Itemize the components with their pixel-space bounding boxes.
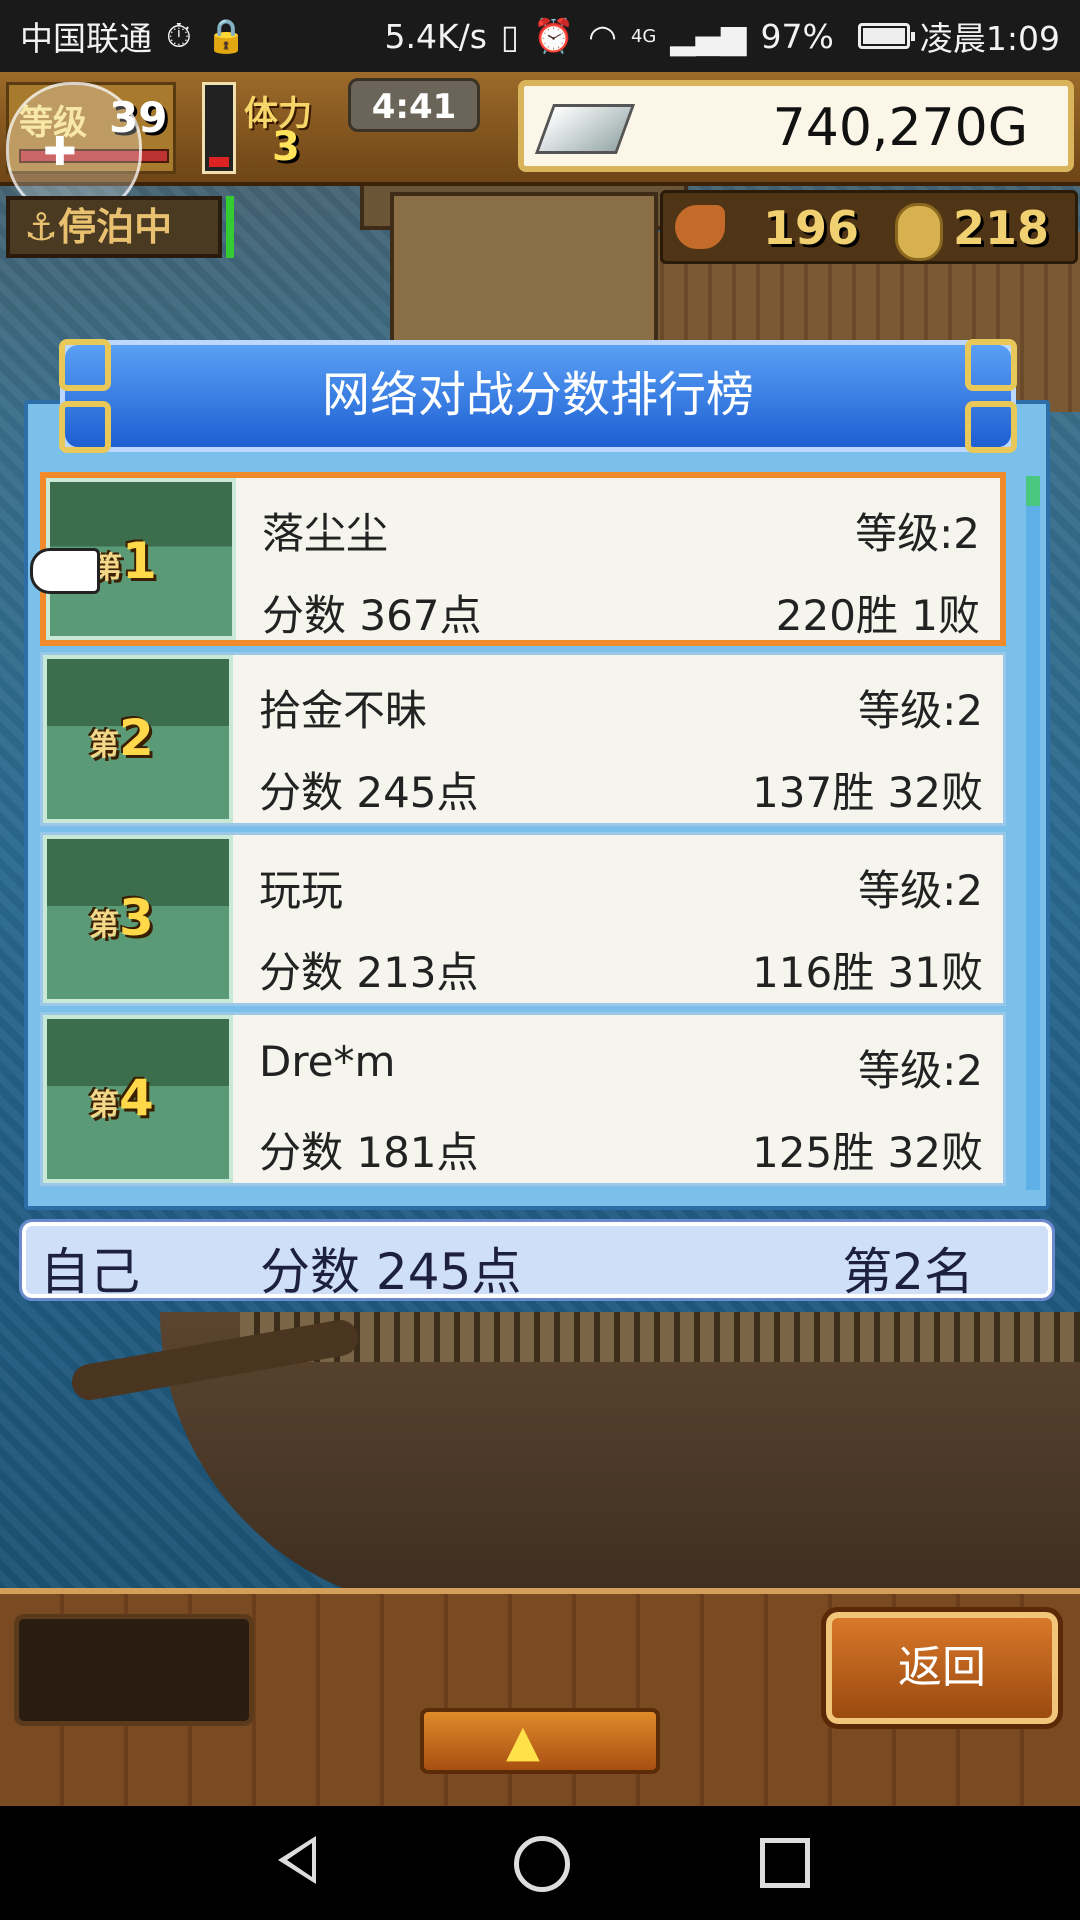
food-count: 196 — [763, 201, 860, 255]
corner-ornament-icon — [965, 339, 1017, 391]
stamina-value: 3 — [272, 124, 300, 170]
up-arrow-icon: ▲ — [506, 1716, 540, 1767]
carrier-name: 中国联通 — [20, 19, 152, 58]
rank-prefix: 第 — [89, 728, 119, 763]
rank-prefix: 第 — [89, 908, 119, 943]
rank-cell: 第3 — [43, 835, 233, 1003]
empty-slot — [14, 1614, 254, 1726]
player-name: 玩玩 — [259, 866, 344, 915]
player-name: 落尘尘 — [262, 509, 389, 558]
ranking-title: 网络对战分数排行榜 — [321, 367, 754, 423]
nav-recent-apps-icon[interactable] — [760, 1838, 810, 1888]
scrollbar-thumb[interactable] — [1026, 476, 1040, 506]
stamina-bar — [202, 82, 236, 174]
rank-cell: 第2 — [43, 655, 233, 823]
corner-ornament-icon — [59, 401, 111, 453]
ranking-row-4[interactable]: 第4 Dre*m 等级:2 分数 181点 125胜 32败 — [40, 1012, 1006, 1186]
player-score: 分数 367点 — [262, 591, 482, 640]
stamina-timer: 4:41 — [348, 78, 480, 132]
ranking-list[interactable]: 第1 落尘尘 等级:2 分数 367点 220胜 1败 第2 拾金不昧 等级:2… — [40, 472, 1014, 1196]
player-level: 等级:2 — [858, 686, 983, 735]
medal-coin-icon — [895, 203, 943, 261]
battery-percent: 97% — [760, 16, 834, 56]
ranking-title-bar: 网络对战分数排行榜 — [59, 339, 1017, 453]
rank-prefix: 第 — [89, 1088, 119, 1123]
player-level: 等级:2 — [858, 866, 983, 915]
player-level: 等级:2 — [858, 1046, 983, 1095]
pointing-hand-icon — [30, 548, 100, 594]
ranking-row-3[interactable]: 第3 玩玩 等级:2 分数 213点 116胜 31败 — [40, 832, 1006, 1006]
ranking-row-2[interactable]: 第2 拾金不昧 等级:2 分数 245点 137胜 32败 — [40, 652, 1006, 826]
corner-ornament-icon — [59, 339, 111, 391]
signal-label: 4G — [630, 25, 657, 47]
wifi-icon: ◠ — [588, 16, 617, 56]
rank-number: 3 — [119, 889, 154, 947]
alarm-icon: ⏰ — [533, 16, 575, 55]
ship-deck — [240, 1312, 1080, 1362]
player-record: 220胜 1败 — [775, 591, 980, 640]
player-level: 等级:2 — [855, 509, 980, 558]
docked-label: 停泊中 — [58, 205, 173, 249]
network-speed: 5.4K/s — [384, 16, 487, 56]
coin-count: 218 — [953, 201, 1050, 255]
rank-badge: 第1 — [92, 532, 157, 590]
money-display: 740,270G — [518, 80, 1074, 172]
silver-ingot-icon — [534, 104, 636, 154]
docked-status: ⚓停泊中 — [6, 196, 222, 258]
harbor-building — [390, 192, 658, 360]
status-bar: 中国联通 ⏱ 🔒 5.4K/s ▯ ⏰ ◠ 4G ▂▄▆ 97% 凌晨1:09 — [0, 0, 1080, 72]
nav-home-icon[interactable] — [514, 1836, 570, 1892]
player-record: 125胜 32败 — [752, 1128, 983, 1177]
player-score: 分数 181点 — [259, 1128, 479, 1177]
rank-cell: 第4 — [43, 1015, 233, 1183]
nav-back-icon[interactable] — [278, 1836, 316, 1884]
self-rank: 第2名 — [842, 1243, 974, 1301]
clock-icon: ⏱ — [166, 16, 192, 55]
self-rank-bar: 自己 分数 245点 第2名 — [19, 1219, 1055, 1301]
money-amount: 740,270G — [772, 98, 1028, 158]
clock-time: 凌晨1:09 — [919, 19, 1060, 58]
player-record: 116胜 31败 — [752, 948, 983, 997]
status-indicator — [226, 196, 234, 258]
rank-number: 1 — [122, 532, 157, 590]
resource-display: 196 218 — [660, 190, 1078, 264]
player-score: 分数 245点 — [259, 768, 479, 817]
battery-icon — [857, 23, 915, 49]
corner-ornament-icon — [965, 401, 1017, 453]
self-score: 分数 245点 — [260, 1243, 522, 1301]
rank-number: 4 — [119, 1069, 154, 1127]
top-hud: 等级 39 体力 3 4:41 740,270G — [0, 72, 1080, 186]
ranking-scrollbar[interactable] — [1026, 476, 1040, 1190]
player-score: 分数 213点 — [259, 948, 479, 997]
self-label: 自己 — [40, 1243, 140, 1301]
food-icon — [675, 205, 725, 249]
signal-icon: ▂▄▆ — [670, 16, 747, 56]
vibrate-icon: ▯ — [500, 16, 520, 56]
notification-icon: 🔒 — [205, 16, 247, 55]
anchor-icon: ⚓ — [24, 205, 59, 249]
player-record: 137胜 32败 — [752, 768, 983, 817]
player-name: Dre*m — [259, 1037, 396, 1086]
rank-badge: 第3 — [89, 889, 154, 947]
player-name: 拾金不昧 — [259, 686, 428, 735]
rank-badge: 第2 — [89, 709, 154, 767]
scroll-up-button[interactable]: ▲ — [420, 1708, 660, 1774]
system-nav-bar — [0, 1806, 1080, 1920]
gamepad-icon: ✚ — [43, 129, 77, 175]
rank-badge: 第4 — [89, 1069, 154, 1127]
rank-number: 2 — [119, 709, 154, 767]
back-button[interactable]: 返回 — [821, 1607, 1063, 1729]
ranking-row-1[interactable]: 第1 落尘尘 等级:2 分数 367点 220胜 1败 — [40, 472, 1006, 646]
